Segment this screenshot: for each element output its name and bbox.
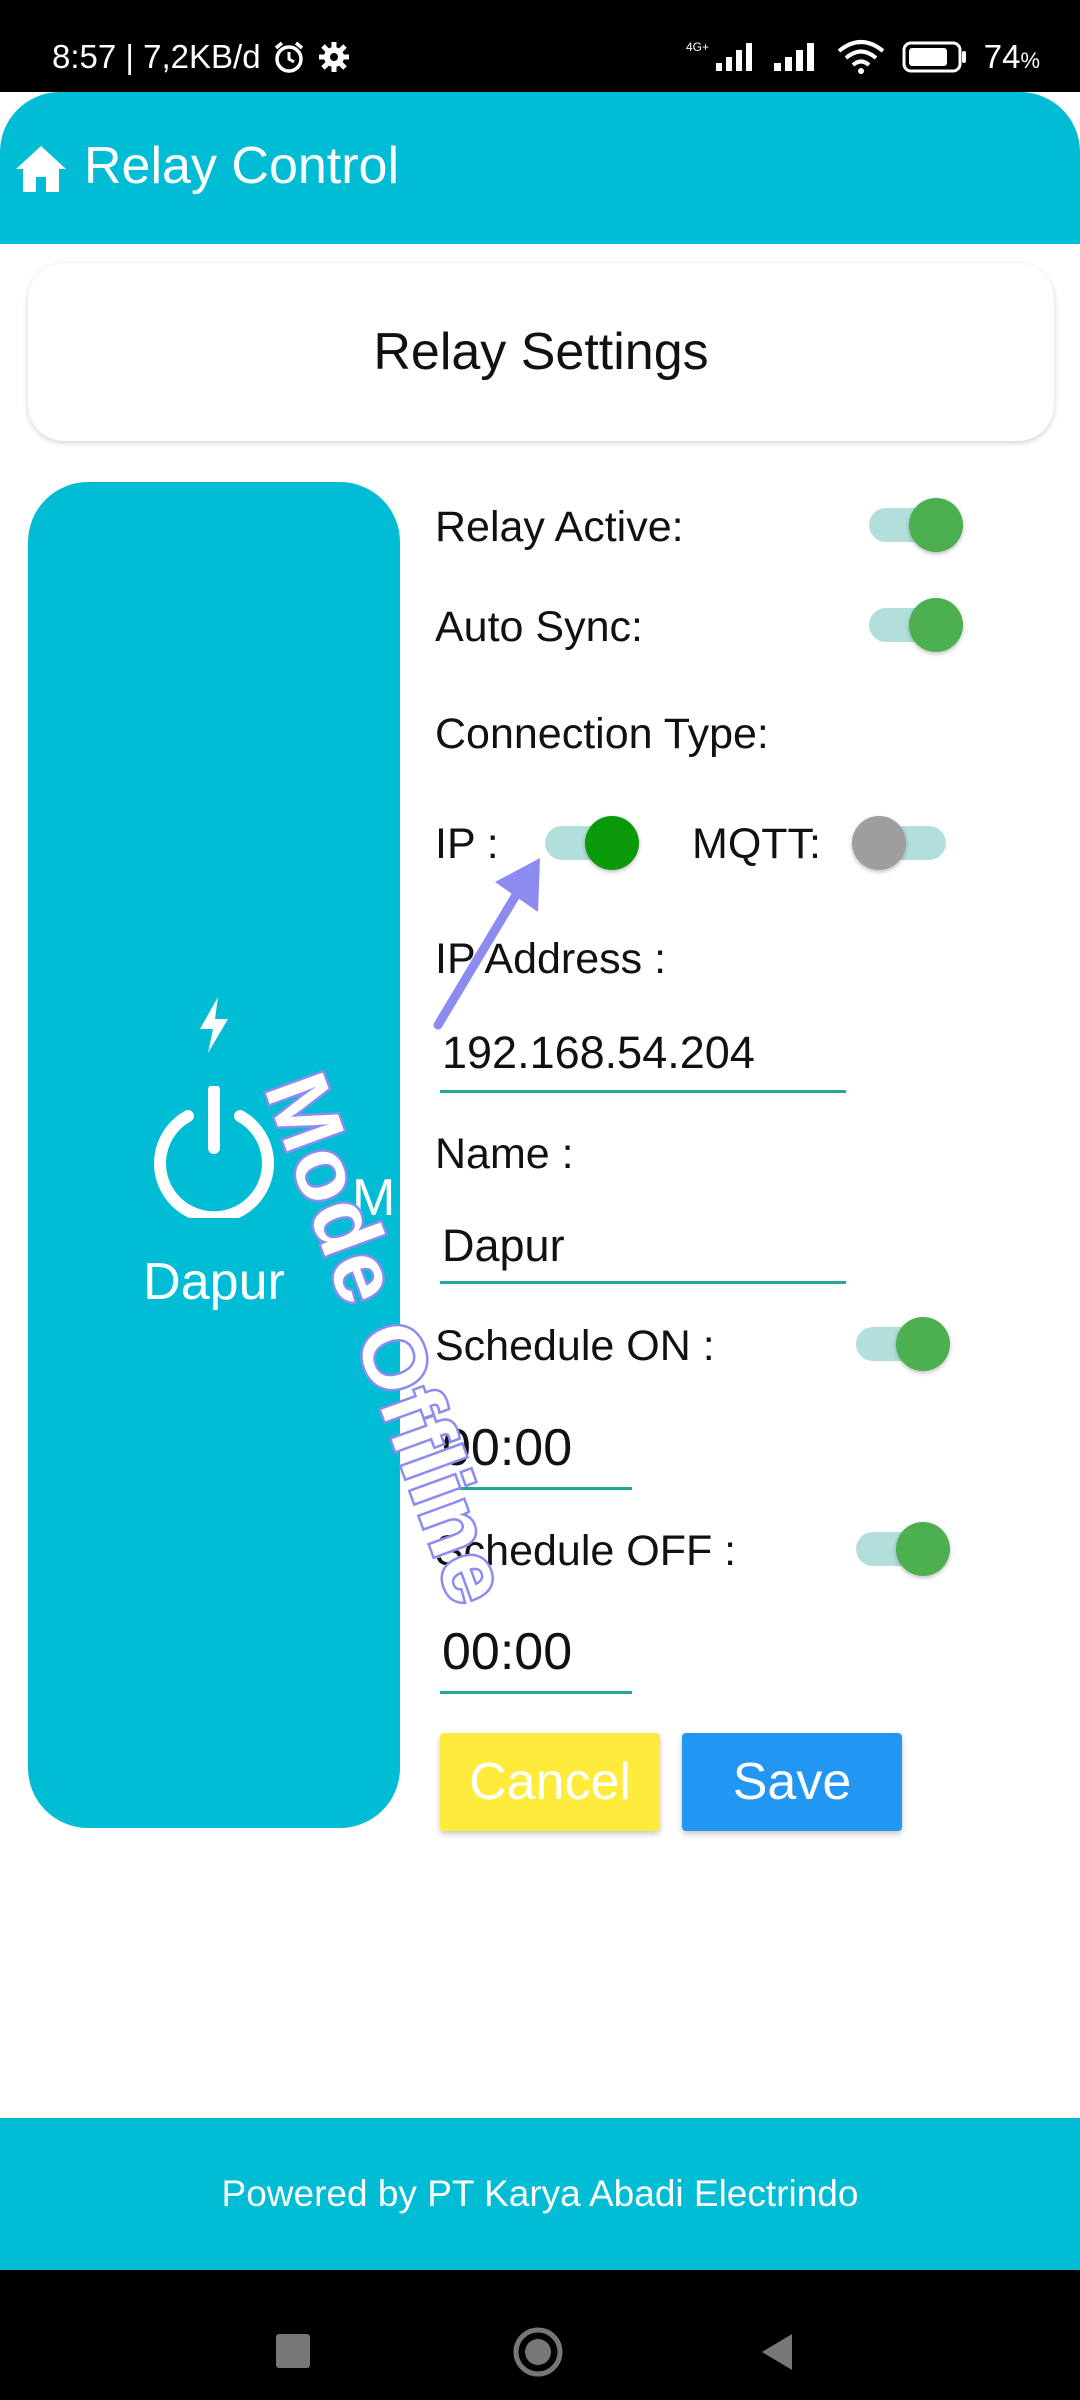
schedule-on-label: Schedule ON : xyxy=(435,1322,715,1370)
mqtt-switch[interactable] xyxy=(852,816,946,870)
ip-address-label: IP Address : xyxy=(435,935,667,983)
status-left: 8:57 | 7,2KB/d xyxy=(52,38,351,76)
nav-home-icon[interactable] xyxy=(512,2326,564,2378)
ip-label: IP : xyxy=(435,820,499,868)
cellular-4g-icon: 4G+ xyxy=(686,39,756,75)
name-label: Name : xyxy=(435,1130,574,1178)
ip-address-input[interactable]: 192.168.54.204 xyxy=(440,1027,846,1093)
wifi-icon xyxy=(836,39,886,75)
app-bar: Relay Control xyxy=(0,92,1080,244)
alarm-icon xyxy=(271,39,307,75)
cellular-signal-icon xyxy=(772,39,820,75)
home-icon[interactable] xyxy=(14,144,68,194)
auto-sync-label: Auto Sync: xyxy=(435,603,643,651)
footer: Powered by PT Karya Abadi Electrindo xyxy=(0,2118,1080,2270)
ip-switch[interactable] xyxy=(545,816,639,870)
app-title: Relay Control xyxy=(84,137,400,195)
settings-card: Relay Settings xyxy=(28,263,1054,441)
auto-sync-switch[interactable] xyxy=(869,598,963,652)
schedule-off-switch[interactable] xyxy=(856,1522,950,1576)
schedule-off-time-input[interactable]: 00:00 xyxy=(440,1622,632,1694)
status-bar: 8:57 | 7,2KB/d 4G+ 74% xyxy=(0,0,1080,92)
recents-icon[interactable] xyxy=(276,2334,310,2368)
gear-icon xyxy=(317,40,351,74)
relay-active-switch[interactable] xyxy=(869,498,963,552)
back-icon[interactable] xyxy=(760,2332,794,2372)
card-title: Relay Settings xyxy=(373,323,709,381)
system-nav-bar xyxy=(0,2270,1080,2400)
battery-level: 74% xyxy=(983,38,1040,75)
battery-icon xyxy=(902,40,968,74)
relay-active-label: Relay Active: xyxy=(435,503,684,551)
svg-text:4G+: 4G+ xyxy=(686,40,709,54)
save-button[interactable]: Save xyxy=(682,1733,902,1831)
name-input[interactable]: Dapur xyxy=(440,1220,846,1284)
bolt-icon xyxy=(200,997,228,1053)
schedule-on-switch[interactable] xyxy=(856,1317,950,1371)
status-right: 4G+ 74% xyxy=(686,38,1040,76)
footer-text: Powered by PT Karya Abadi Electrindo xyxy=(221,2173,859,2214)
status-time-speed: 8:57 | 7,2KB/d xyxy=(52,38,261,75)
mqtt-label: MQTT: xyxy=(692,820,821,868)
connection-type-label: Connection Type: xyxy=(435,710,769,758)
cancel-button[interactable]: Cancel xyxy=(440,1733,660,1831)
